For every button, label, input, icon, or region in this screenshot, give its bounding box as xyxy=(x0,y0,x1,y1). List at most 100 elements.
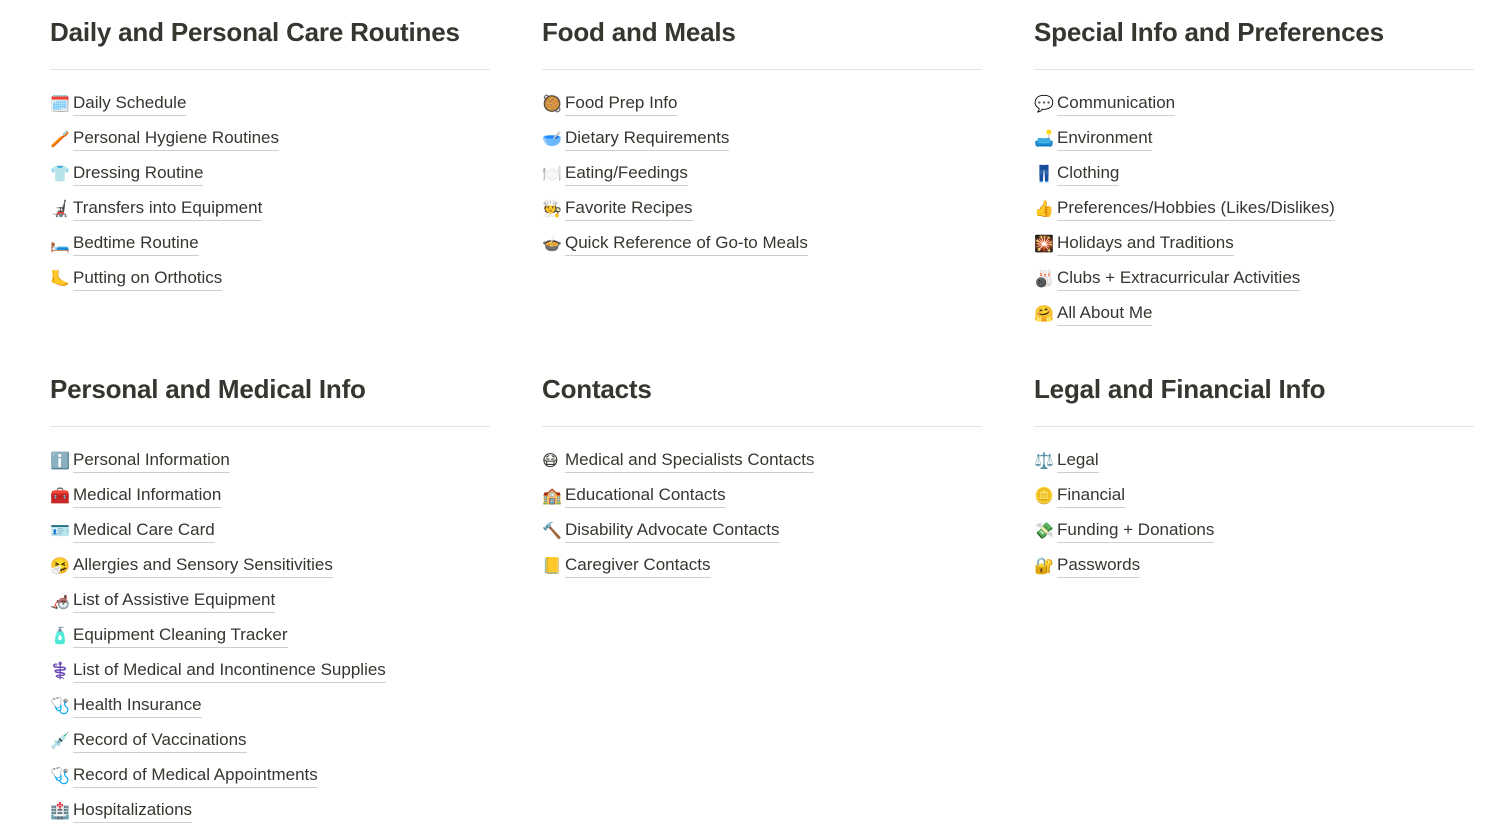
section-link[interactable]: Environment xyxy=(1057,127,1153,151)
section-legal-and-financial-info: Legal and Financial Info ⚖️ Legal 🪙 Financia… xyxy=(1034,357,1501,828)
section-link[interactable]: Bedtime Routine xyxy=(73,232,199,256)
link-row[interactable]: 🤗 All About Me xyxy=(1034,296,1474,331)
section-title: Personal and Medical Info xyxy=(50,374,366,404)
link-row[interactable]: 🍽️ Eating/Feedings xyxy=(542,156,982,191)
school-icon: 🏫 xyxy=(542,485,562,505)
link-row[interactable]: 🦽 List of Assistive Equipment xyxy=(50,583,490,618)
link-row[interactable]: 👕 Dressing Routine xyxy=(50,156,490,191)
link-row[interactable]: 🥘 Food Prep Info xyxy=(542,86,982,121)
link-row[interactable]: 🪪 Medical Care Card xyxy=(50,513,490,548)
section-link[interactable]: Financial xyxy=(1057,484,1126,508)
link-row[interactable]: ℹ️ Personal Information xyxy=(50,443,490,478)
link-row[interactable]: 💉 Record of Vaccinations xyxy=(50,723,490,758)
section-link[interactable]: Dressing Routine xyxy=(73,162,204,186)
section-link[interactable]: Transfers into Equipment xyxy=(73,197,263,221)
link-row[interactable]: 🩺 Health Insurance xyxy=(50,688,490,723)
section-divider xyxy=(50,426,490,427)
section-link[interactable]: Funding + Donations xyxy=(1057,519,1215,543)
section-link[interactable]: Food Prep Info xyxy=(565,92,678,116)
section-link[interactable]: All About Me xyxy=(1057,302,1153,326)
link-row[interactable]: 👖 Clothing xyxy=(1034,156,1474,191)
section-link[interactable]: Disability Advocate Contacts xyxy=(565,519,780,543)
link-row[interactable]: 🛏️ Bedtime Routine xyxy=(50,226,490,261)
section-link[interactable]: List of Assistive Equipment xyxy=(73,589,276,613)
link-row[interactable]: 💸 Funding + Donations xyxy=(1034,513,1474,548)
section-link[interactable]: Record of Medical Appointments xyxy=(73,764,318,788)
link-row[interactable]: 🎇 Holidays and Traditions xyxy=(1034,226,1474,261)
cook-icon: 🧑‍🍳 xyxy=(542,198,562,218)
section-link[interactable]: Quick Reference of Go-to Meals xyxy=(565,232,808,256)
link-row[interactable]: 🔐 Passwords xyxy=(1034,548,1474,583)
bed-icon: 🛏️ xyxy=(50,233,70,253)
link-row[interactable]: 🏫 Educational Contacts xyxy=(542,478,982,513)
jeans-icon: 👖 xyxy=(1034,163,1054,183)
section-link[interactable]: Favorite Recipes xyxy=(565,197,693,221)
section-link[interactable]: Daily Schedule xyxy=(73,92,187,116)
section-title: Special Info and Preferences xyxy=(1034,17,1384,47)
section-link[interactable]: Preferences/Hobbies (Likes/Dislikes) xyxy=(1057,197,1335,221)
link-row[interactable]: ⚖️ Legal xyxy=(1034,443,1474,478)
medical-symbol-icon: ⚕️ xyxy=(50,660,70,680)
hugging-face-icon: 🤗 xyxy=(1034,303,1054,323)
t-shirt-icon: 👕 xyxy=(50,163,70,183)
link-row[interactable]: 🗓️ Daily Schedule xyxy=(50,86,490,121)
section-link-list: ⚖️ Legal 🪙 Financial 💸 Funding + Donations 🔐 Pa… xyxy=(1034,443,1474,583)
section-link[interactable]: Dietary Requirements xyxy=(565,127,730,151)
section-link[interactable]: Caregiver Contacts xyxy=(565,554,711,578)
link-row[interactable]: 🪙 Financial xyxy=(1034,478,1474,513)
section-link[interactable]: List of Medical and Incontinence Supplie… xyxy=(73,659,386,683)
face-with-medical-mask-icon: 😷 xyxy=(542,450,559,470)
link-row[interactable]: 🤧 Allergies and Sensory Sensitivities xyxy=(50,548,490,583)
section-link[interactable]: Educational Contacts xyxy=(565,484,726,508)
couch-icon: 🛋️ xyxy=(1034,128,1054,148)
section-link[interactable]: Health Insurance xyxy=(73,694,202,718)
section-link[interactable]: Communication xyxy=(1057,92,1176,116)
section-personal-and-medical-info: Personal and Medical Info ℹ️ Personal Info… xyxy=(50,357,542,828)
link-row[interactable]: 🧴 Equipment Cleaning Tracker xyxy=(50,618,490,653)
section-link[interactable]: Allergies and Sensory Sensitivities xyxy=(73,554,333,578)
section-link[interactable]: Personal Information xyxy=(73,449,230,473)
link-row[interactable]: 🛋️ Environment xyxy=(1034,121,1474,156)
information-icon: ℹ️ xyxy=(50,450,70,470)
section-link[interactable]: Passwords xyxy=(1057,554,1141,578)
link-row[interactable]: 💬 Communication xyxy=(1034,86,1474,121)
link-row[interactable]: 🩺 Record of Medical Appointments xyxy=(50,758,490,793)
section-link[interactable]: Medical and Specialists Contacts xyxy=(565,449,815,473)
link-row[interactable]: 🥣 Dietary Requirements xyxy=(542,121,982,156)
section-link[interactable]: Record of Vaccinations xyxy=(73,729,247,753)
section-link[interactable]: Putting on Orthotics xyxy=(73,267,223,291)
section-link[interactable]: Holidays and Traditions xyxy=(1057,232,1234,256)
link-row[interactable]: 🧰 Medical Information xyxy=(50,478,490,513)
syringe-icon: 💉 xyxy=(50,730,70,750)
link-row[interactable]: 🎳 Clubs + Extracurricular Activities xyxy=(1034,261,1474,296)
section-link[interactable]: Equipment Cleaning Tracker xyxy=(73,624,288,648)
money-with-wings-icon: 💸 xyxy=(1034,520,1054,540)
link-row[interactable]: 🦼 Transfers into Equipment xyxy=(50,191,490,226)
link-row[interactable]: 🦶 Putting on Orthotics xyxy=(50,261,490,296)
section-link[interactable]: Clothing xyxy=(1057,162,1120,186)
section-link[interactable]: Legal xyxy=(1057,449,1099,473)
ledger-icon: 📒 xyxy=(542,555,562,575)
link-row[interactable]: 🔨 Disability Advocate Contacts xyxy=(542,513,982,548)
sparkler-icon: 🎇 xyxy=(1034,233,1054,253)
section-link[interactable]: Hospitalizations xyxy=(73,799,193,823)
link-row[interactable]: ⚕️ List of Medical and Incontinence Suppl… xyxy=(50,653,490,688)
coin-icon: 🪙 xyxy=(1034,485,1054,505)
link-row[interactable]: 👍 Preferences/Hobbies (Likes/Dislikes) xyxy=(1034,191,1474,226)
link-row[interactable]: 📒 Caregiver Contacts xyxy=(542,548,982,583)
section-link[interactable]: Clubs + Extracurricular Activities xyxy=(1057,267,1301,291)
section-daily-and-personal-care-routines: Daily and Personal Care Routines 🗓️ Daily … xyxy=(50,0,542,357)
hospital-icon: 🏥 xyxy=(50,800,70,820)
section-divider xyxy=(542,69,982,70)
link-row[interactable]: 🍲 Quick Reference of Go-to Meals xyxy=(542,226,982,261)
section-link[interactable]: Medical Care Card xyxy=(73,519,215,543)
section-link[interactable]: Eating/Feedings xyxy=(565,162,688,186)
section-divider xyxy=(1034,426,1474,427)
link-row[interactable]: 🪥 Personal Hygiene Routines xyxy=(50,121,490,156)
link-row[interactable]: 😷 Medical and Specialists Contacts xyxy=(542,443,982,478)
link-row[interactable]: 🧑‍🍳 Favorite Recipes xyxy=(542,191,982,226)
hammer-icon: 🔨 xyxy=(542,520,562,540)
section-divider xyxy=(50,69,490,70)
section-link[interactable]: Medical Information xyxy=(73,484,222,508)
section-link[interactable]: Personal Hygiene Routines xyxy=(73,127,280,151)
